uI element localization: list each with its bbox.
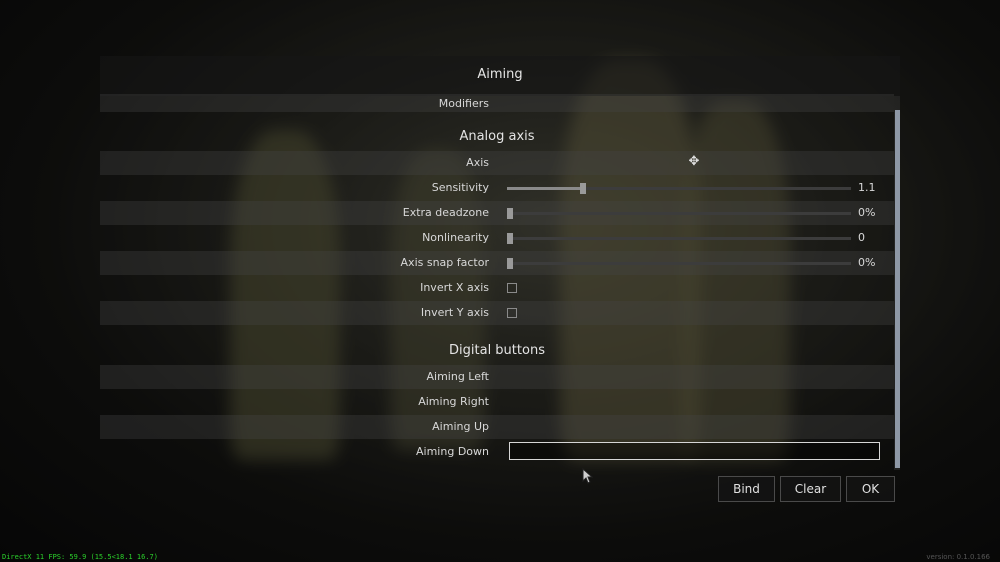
- scrollbar-thumb[interactable]: [895, 110, 900, 468]
- section-digital-buttons: Digital buttons: [449, 343, 545, 358]
- slider-fill: [507, 187, 583, 190]
- extra-deadzone-slider[interactable]: [507, 208, 851, 219]
- invert-x-row: Invert X axis: [100, 276, 894, 300]
- aiming-down-label: Aiming Down: [416, 445, 489, 458]
- aiming-down-row[interactable]: Aiming Down: [100, 440, 894, 464]
- ok-button[interactable]: OK: [846, 476, 895, 502]
- extra-deadzone-row: Extra deadzone 0%: [100, 201, 894, 225]
- invert-x-checkbox[interactable]: [507, 283, 517, 293]
- aiming-right-row[interactable]: Aiming Right: [100, 390, 894, 414]
- bind-button[interactable]: Bind: [718, 476, 775, 502]
- aiming-up-label: Aiming Up: [432, 420, 489, 433]
- axis-snap-label: Axis snap factor: [400, 256, 489, 269]
- invert-y-checkbox[interactable]: [507, 308, 517, 318]
- dialog-title: Aiming: [477, 67, 523, 82]
- dialog-header: Aiming: [100, 56, 900, 96]
- fps-counter: DirectX 11 FPS: 59.9 (15.5<18.1 16.7): [2, 553, 158, 561]
- aiming-down-binding-field[interactable]: [509, 442, 880, 460]
- nonlinearity-label: Nonlinearity: [422, 231, 489, 244]
- axis-row[interactable]: Axis: [100, 151, 894, 175]
- invert-x-label: Invert X axis: [420, 281, 489, 294]
- aiming-left-row[interactable]: Aiming Left: [100, 365, 894, 389]
- slider-handle[interactable]: [507, 233, 513, 244]
- invert-y-row: Invert Y axis: [100, 301, 894, 325]
- axis-snap-slider[interactable]: [507, 258, 851, 269]
- section-analog-axis: Analog axis: [459, 129, 535, 144]
- modifiers-label: Modifiers: [438, 97, 489, 110]
- slider-handle[interactable]: [507, 258, 513, 269]
- aiming-right-label: Aiming Right: [418, 395, 489, 408]
- sensitivity-slider[interactable]: [507, 183, 851, 194]
- version-label: version: 0.1.0.166: [926, 553, 990, 561]
- invert-y-label: Invert Y axis: [420, 306, 489, 319]
- aiming-left-label: Aiming Left: [426, 370, 490, 383]
- clear-button[interactable]: Clear: [780, 476, 841, 502]
- aiming-up-row[interactable]: Aiming Up: [100, 415, 894, 439]
- sensitivity-row: Sensitivity 1.1: [100, 176, 894, 200]
- nonlinearity-slider[interactable]: [507, 233, 851, 244]
- sensitivity-value: 1.1: [858, 181, 876, 194]
- extra-deadzone-label: Extra deadzone: [402, 206, 489, 219]
- mouse-pointer-icon: [582, 468, 594, 484]
- slider-handle[interactable]: [507, 208, 513, 219]
- sensitivity-label: Sensitivity: [431, 181, 489, 194]
- nonlinearity-value: 0: [858, 231, 865, 244]
- axis-snap-value: 0%: [858, 256, 876, 269]
- extra-deadzone-value: 0%: [858, 206, 876, 219]
- axis-snap-row: Axis snap factor 0%: [100, 251, 894, 275]
- bindings-dialog: Aiming Modifiers Analog axis Axis Sensit…: [100, 56, 900, 470]
- axis-label: Axis: [466, 156, 489, 169]
- modifiers-row[interactable]: Modifiers: [100, 94, 894, 112]
- move-cursor-icon: ✥: [688, 154, 700, 169]
- slider-handle[interactable]: [580, 183, 586, 194]
- nonlinearity-row: Nonlinearity 0: [100, 226, 894, 250]
